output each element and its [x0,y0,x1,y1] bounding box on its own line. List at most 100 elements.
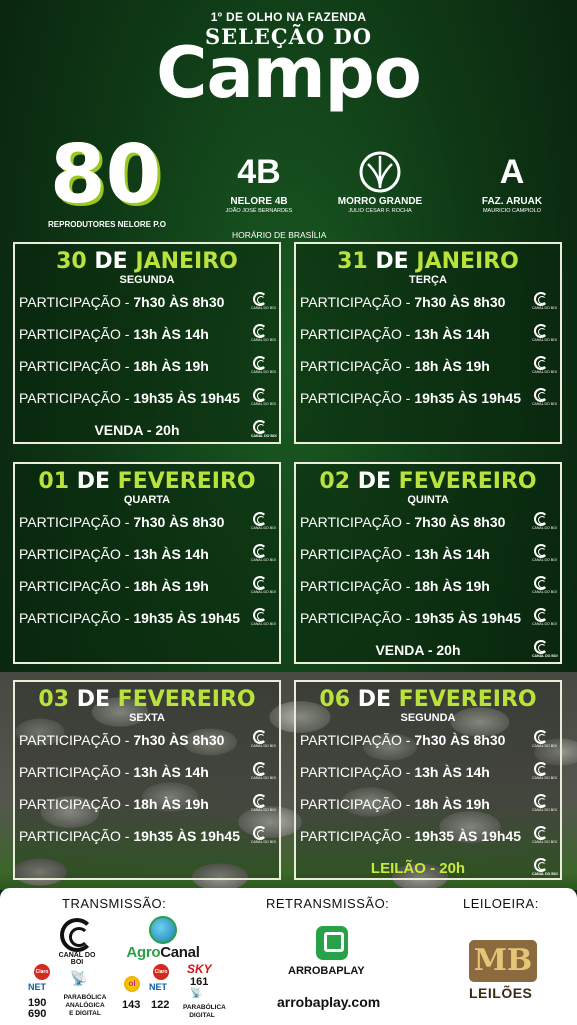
net-logo: NET [28,982,46,992]
day-card: 03 DE FEVEREIRO SEXTA PARTICIPAÇÃO - 7h30 … [13,680,281,880]
brand-owner: JOÃO JOSÉ BERNARDES [225,208,293,214]
schedule-row: PARTICIPAÇÃO - 7h30 ÀS 8h30 CANAL DO BOI [296,724,560,756]
participation-label: PARTICIPAÇÃO - [19,610,130,626]
canal-do-boi-icon: CANAL DO BOI [532,576,557,596]
participation-label: PARTICIPAÇÃO - [19,732,130,748]
sale-time: VENDA - 20h CANAL DO BOI [94,420,277,440]
oi-channel: 143 [122,999,141,1011]
participation-label: PARTICIPAÇÃO - [300,764,411,780]
schedule-time: 19h35 ÀS 19h45 [133,390,240,406]
schedule-time: 19h35 ÀS 19h45 [414,828,521,844]
brand-name: NELORE 4B [230,196,288,207]
participation-label: PARTICIPAÇÃO - [300,828,411,844]
canal-do-boi-icon: CANAL DO BOI [251,730,276,750]
brand-morro-grande: MORRO GRANDE JULIO CESAR F. ROCHA [325,150,435,214]
schedule-time: 13h ÀS 14h [133,546,209,562]
day-card: 31 DE JANEIRO TERÇA PARTICIPAÇÃO - 7h30 ÀS… [294,242,562,444]
participation-label: PARTICIPAÇÃO - [300,294,411,310]
schedule-row: PARTICIPAÇÃO - 13h ÀS 14h CANAL DO BOI [15,538,279,570]
day-weekday: QUARTA [123,494,171,506]
schedule-row: PARTICIPAÇÃO - 18h ÀS 19h CANAL DO BOI [296,350,560,382]
participation-label: PARTICIPAÇÃO - [19,764,130,780]
schedule-time: 7h30 ÀS 8h30 [133,732,225,748]
agrocanal-name: AgroCanal [126,944,200,961]
participation-label: PARTICIPAÇÃO - [300,732,411,748]
participation-label: PARTICIPAÇÃO - [19,578,130,594]
canal-do-boi-logo: CANAL DO BOI [55,918,99,966]
retransmission-label: RETRANSMISSÃO: [266,896,390,911]
schedule-time: 7h30 ÀS 8h30 [414,294,506,310]
net-channel: 122 [151,999,170,1011]
canal-do-boi-icon: CANAL DO BOI [251,826,276,846]
schedule-time: 18h ÀS 19h [414,796,490,812]
participation-label: PARTICIPAÇÃO - [19,546,130,562]
bulls-count-label: REPRODUTORES NELORE P.O [48,220,166,229]
transmission-label: TRANSMISSÃO: [62,896,167,911]
canal-do-boi-icon: CANAL DO BOI [251,608,276,628]
sale-time: LEILÃO - 20h CANAL DO BOI [370,858,558,877]
canal-do-boi-icon: CANAL DO BOI [532,608,557,628]
canal-do-boi-icon: CANAL DO BOI [251,794,276,814]
day-card: 06 DE FEVEREIRO SEGUNDA PARTICIPAÇÃO - 7h3… [294,680,562,880]
canal-do-boi-icon: CANAL DO BOI [251,544,276,564]
schedule-time: 18h ÀS 19h [133,358,209,374]
canal-do-boi-icon: CANAL DO BOI [532,794,557,814]
schedule-row: PARTICIPAÇÃO - 19h35 ÀS 19h45 CANAL DO BO… [296,820,560,852]
schedule-row: PARTICIPAÇÃO - 13h ÀS 14h CANAL DO BOI [15,756,279,788]
event-poster: 1º DE OLHO NA FAZENDA SELEÇÃO DO Campo 8… [0,0,577,1025]
participation-label: PARTICIPAÇÃO - [19,294,130,310]
brand-faz-aruak: A FAZ. ARUAK MAURICIO CAMPIOLO [470,150,554,214]
schedule-time: 7h30 ÀS 8h30 [414,514,506,530]
mb-leiloes-logo: MB [469,940,537,982]
arrobaplay-icon [316,926,348,960]
day-weekday: QUINTA [407,494,449,506]
schedule-time: 18h ÀS 19h [133,796,209,812]
schedule-time: 13h ÀS 14h [133,764,209,780]
schedule-time: 7h30 ÀS 8h30 [414,732,506,748]
day-weekday: SEGUNDA [119,274,175,286]
participation-label: PARTICIPAÇÃO - [19,358,130,374]
brand-name: MORRO GRANDE [337,196,423,207]
canal-do-boi-icon: CANAL DO BOI [251,356,276,376]
schedule-row: PARTICIPAÇÃO - 13h ÀS 14h CANAL DO BOI [296,538,560,570]
day-date: 01 DE FEVEREIRO [38,469,256,494]
claro-logo: Claro [153,964,169,980]
participation-label: PARTICIPAÇÃO - [300,390,411,406]
canal-do-boi-icon: CANAL DO BOI [251,420,277,440]
canal-channels: 190 690 [28,998,46,1020]
agrocanal-logo: AgroCanal [122,916,204,961]
arrobaplay-url[interactable]: arrobaplay.com [277,994,380,1010]
day-weekday: SEGUNDA [400,712,456,724]
canal-do-boi-icon: CANAL DO BOI [532,826,557,846]
canal-do-boi-icon: CANAL DO BOI [251,388,276,408]
canal-do-boi-icon: CANAL DO BOI [251,324,276,344]
aruak-logo: A [499,153,525,191]
day-card: 02 DE FEVEREIRO QUINTA PARTICIPAÇÃO - 7h30… [294,462,562,664]
schedule-row: PARTICIPAÇÃO - 13h ÀS 14h CANAL DO BOI [296,318,560,350]
schedule-row: PARTICIPAÇÃO - 7h30 ÀS 8h30 CANAL DO BOI [15,724,279,756]
participation-label: PARTICIPAÇÃO - [300,514,411,530]
brand-owner: JULIO CESAR F. ROCHA [348,208,412,214]
canal-do-boi-icon: CANAL DO BOI [251,512,276,532]
canal-do-boi-icon: CANAL DO BOI [532,640,558,660]
participation-label: PARTICIPAÇÃO - [300,326,411,342]
participation-label: PARTICIPAÇÃO - [19,796,130,812]
schedule-time: 7h30 ÀS 8h30 [133,294,225,310]
schedule-row: PARTICIPAÇÃO - 13h ÀS 14h CANAL DO BOI [296,756,560,788]
schedule-time: 13h ÀS 14h [414,546,490,562]
arrobaplay-name: ARROBAPLAY [288,965,365,977]
day-date: 31 DE JANEIRO [337,249,519,274]
canal-do-boi-icon: CANAL DO BOI [532,324,557,344]
agrocanal-icon [149,916,177,944]
event-title: Campo [156,32,422,114]
canal-do-boi-icon: CANAL DO BOI [251,576,276,596]
schedule-row: PARTICIPAÇÃO - 18h ÀS 19h CANAL DO BOI [15,350,279,382]
schedule-row: PARTICIPAÇÃO - 13h ÀS 14h CANAL DO BOI [15,318,279,350]
nelore-4b-logo: 4B [237,153,281,191]
schedule-row: PARTICIPAÇÃO - 7h30 ÀS 8h30 CANAL DO BOI [296,506,560,538]
claro-logo: Claro [34,964,50,980]
parabolica-digital-label: PARABÓLICA DIGITAL [183,1004,226,1019]
canal-do-boi-icon: CANAL DO BOI [532,730,557,750]
participation-label: PARTICIPAÇÃO - [19,326,130,342]
auctioneer-label: LEILOEIRA: [463,896,539,911]
